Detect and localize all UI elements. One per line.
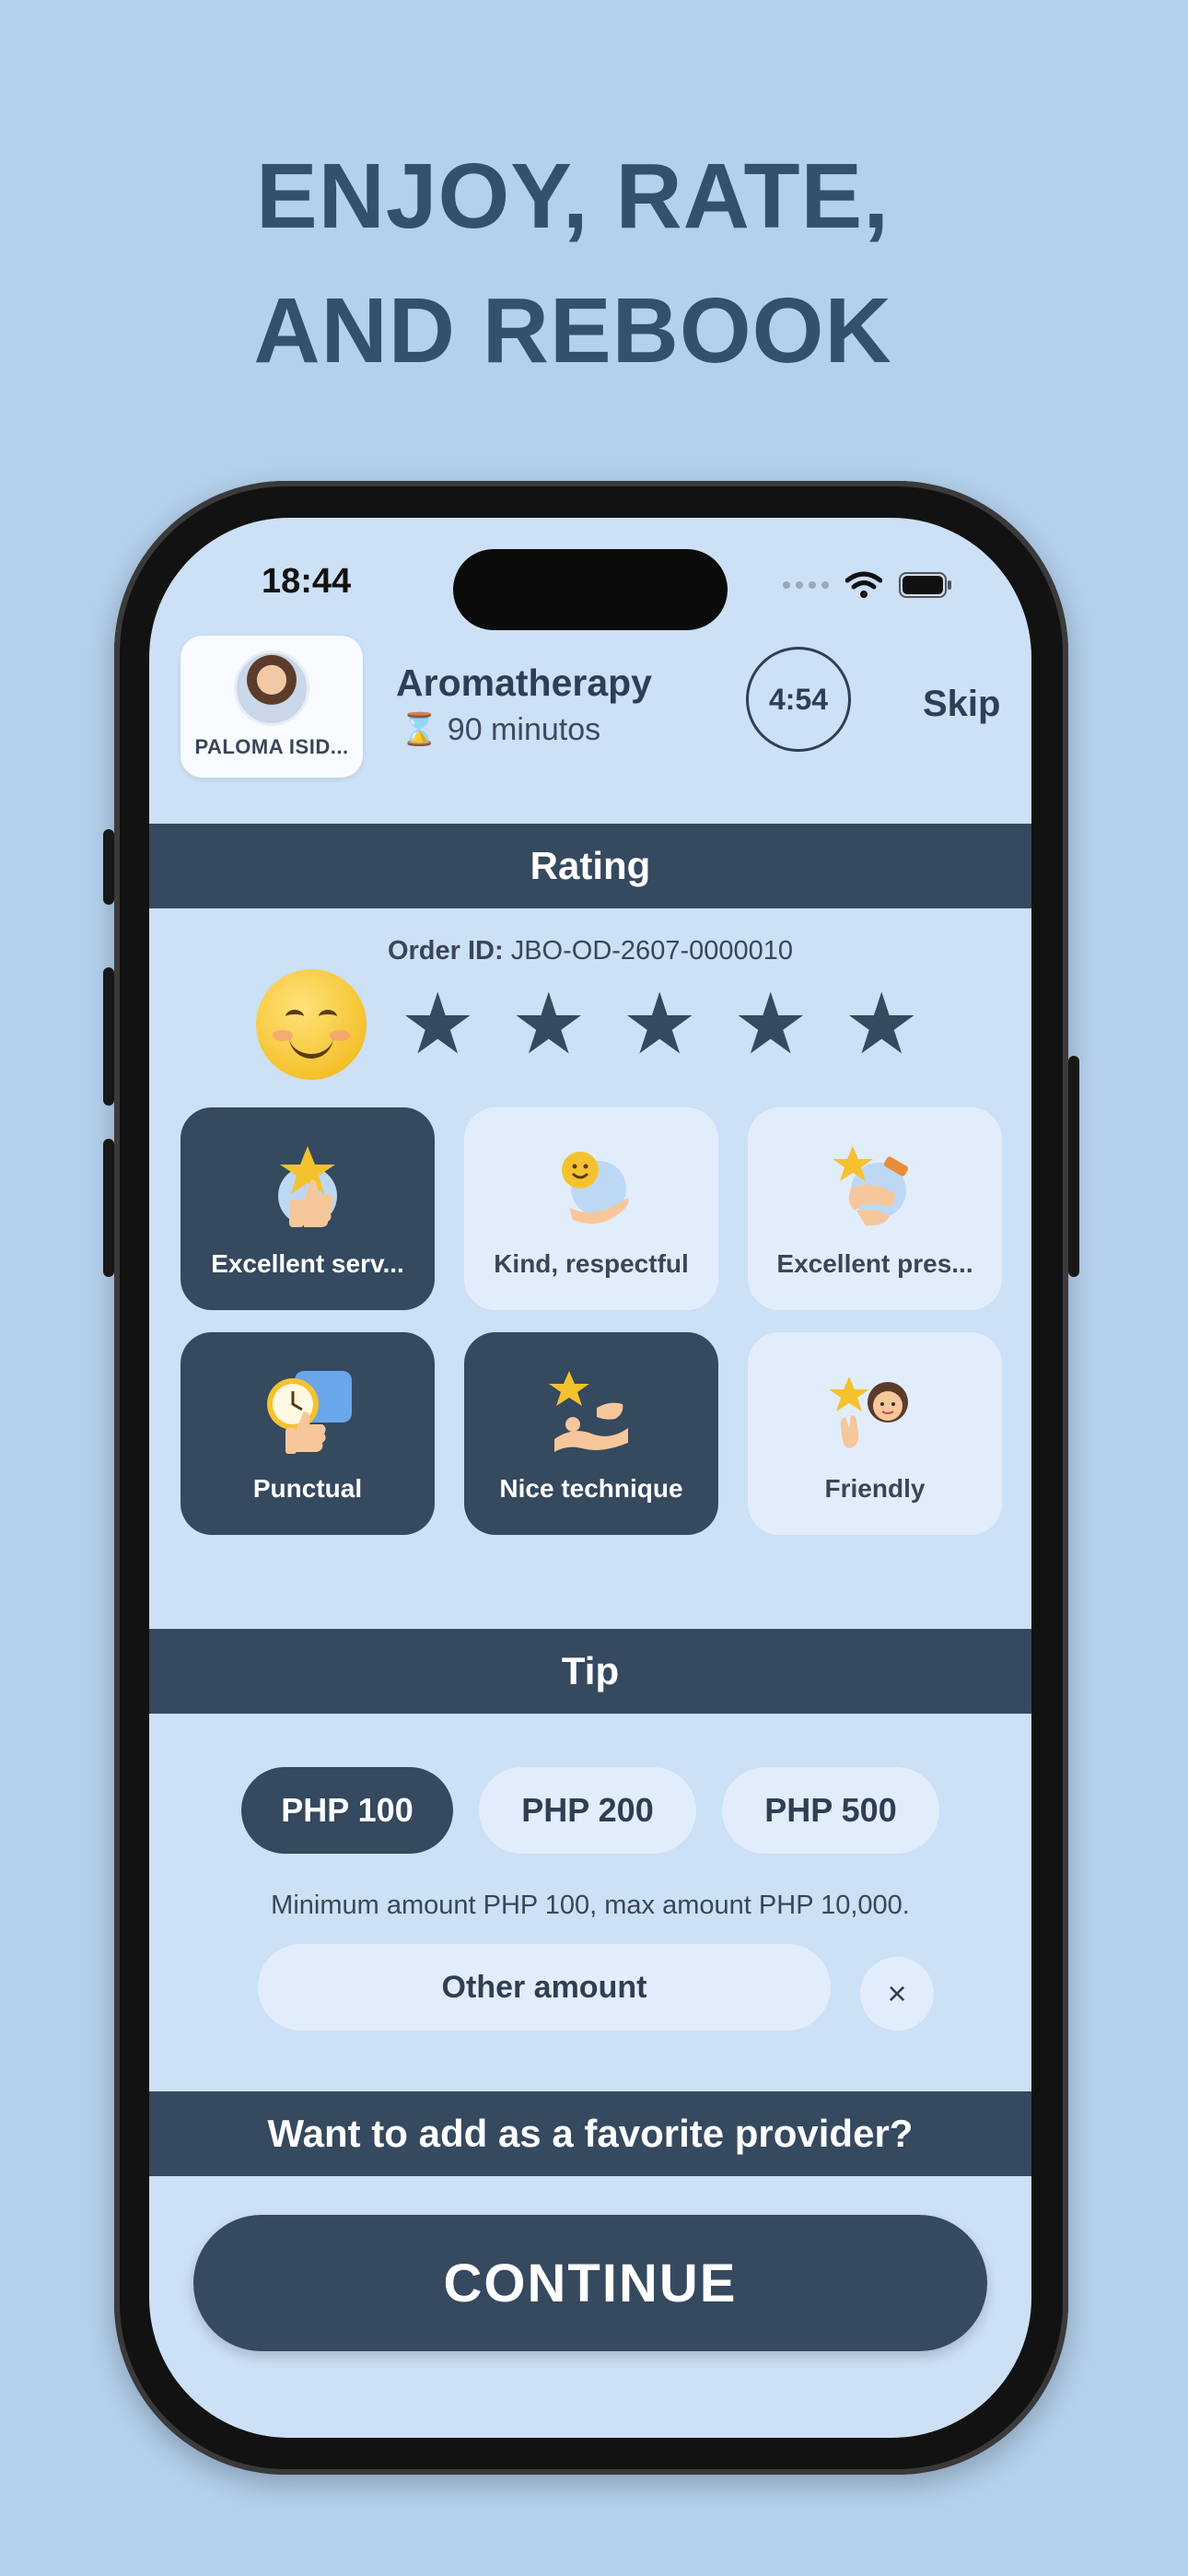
star-thumbs-up-icon [278, 1146, 337, 1227]
status-time: 18:44 [262, 562, 352, 601]
provider-name: PALOMA ISID... [194, 735, 349, 758]
tag-kind-respectful[interactable]: Kind, respectful [464, 1107, 718, 1310]
dynamic-island [453, 549, 728, 630]
order-id-value: JBO-OD-2607-0000010 [510, 936, 794, 966]
phone-screen: 18:44 PALOMA ISID... Aromatherapy ⌛ 90 m… [149, 518, 1031, 2438]
order-id: Order ID: JBO-OD-2607-0000010 [149, 936, 1031, 966]
other-amount-input[interactable]: Other amount [258, 1944, 831, 2031]
close-icon: × [887, 1974, 907, 2012]
signal-dots-icon [783, 581, 829, 589]
skip-button[interactable]: Skip [923, 684, 1000, 725]
smiling-face-icon [256, 969, 367, 1080]
continue-button[interactable]: CONTINUE [193, 2215, 987, 2351]
service-title: Aromatherapy [396, 662, 652, 704]
tag-label: Punctual [252, 1474, 363, 1503]
tag-friendly[interactable]: Friendly [748, 1332, 1002, 1535]
star-wave-person-icon [829, 1376, 908, 1448]
promo-headline: ENJOY, RATE, AND REBOOK [0, 129, 1146, 398]
tag-label: Excellent pres... [776, 1249, 973, 1278]
star-icon[interactable]: ★ [510, 982, 586, 1067]
tag-excellent-service[interactable]: Excellent serv... [181, 1107, 435, 1310]
feedback-tags: Excellent serv... Kind, respectful Excel… [181, 1107, 1002, 1535]
clock-thumbs-up-icon [267, 1371, 352, 1454]
tip-option-500[interactable]: PHP 500 [722, 1767, 939, 1854]
provider-card[interactable]: PALOMA ISID... [181, 636, 363, 778]
star-icon[interactable]: ★ [622, 982, 697, 1067]
status-icons [783, 571, 952, 599]
tip-options: PHP 100 PHP 200 PHP 500 [241, 1767, 939, 1854]
phone-action-button [103, 829, 114, 905]
star-icon[interactable]: ★ [732, 982, 808, 1067]
tip-option-100[interactable]: PHP 100 [241, 1767, 453, 1854]
promo-line-2: AND REBOOK [253, 279, 892, 382]
tag-punctual[interactable]: Punctual [181, 1332, 435, 1535]
rating-section-header: Rating [149, 824, 1031, 908]
tip-limits-note: Minimum amount PHP 100, max amount PHP 1… [271, 1891, 910, 1920]
order-id-label: Order ID: [387, 936, 504, 966]
phone-volume-up-button [103, 967, 114, 1106]
wifi-icon [845, 571, 882, 598]
star-icon[interactable]: ★ [400, 982, 475, 1067]
tag-nice-technique[interactable]: Nice technique [464, 1332, 718, 1535]
tag-label: Friendly [824, 1474, 926, 1503]
phone-power-button [1068, 1056, 1079, 1277]
clear-tip-button[interactable]: × [860, 1957, 934, 2031]
tip-section-header: Tip [149, 1629, 1031, 1714]
favorite-section-header: Want to add as a favorite provider? [149, 2091, 1031, 2176]
tag-label: Excellent serv... [211, 1249, 404, 1278]
provider-avatar [234, 650, 309, 726]
star-massage-icon [549, 1371, 628, 1452]
tip-option-200[interactable]: PHP 200 [479, 1767, 696, 1854]
battery-icon [899, 572, 951, 598]
tag-label: Nice technique [499, 1474, 683, 1503]
star-icon[interactable]: ★ [844, 982, 919, 1067]
phone-volume-down-button [103, 1139, 114, 1277]
star-rating[interactable]: ★ ★ ★ ★ ★ [400, 982, 919, 1067]
service-duration: ⌛ 90 minutos [400, 711, 600, 748]
star-pressure-icon [833, 1146, 909, 1226]
smile-hand-icon [562, 1152, 629, 1224]
tag-label: Kind, respectful [494, 1249, 689, 1278]
tag-excellent-pressure[interactable]: Excellent pres... [748, 1107, 1002, 1310]
promo-line-1: ENJOY, RATE, [255, 145, 891, 248]
duration-text: 90 minutos [447, 712, 601, 747]
hourglass-icon: ⌛ [400, 712, 439, 747]
countdown-timer: 4:54 [746, 647, 851, 752]
